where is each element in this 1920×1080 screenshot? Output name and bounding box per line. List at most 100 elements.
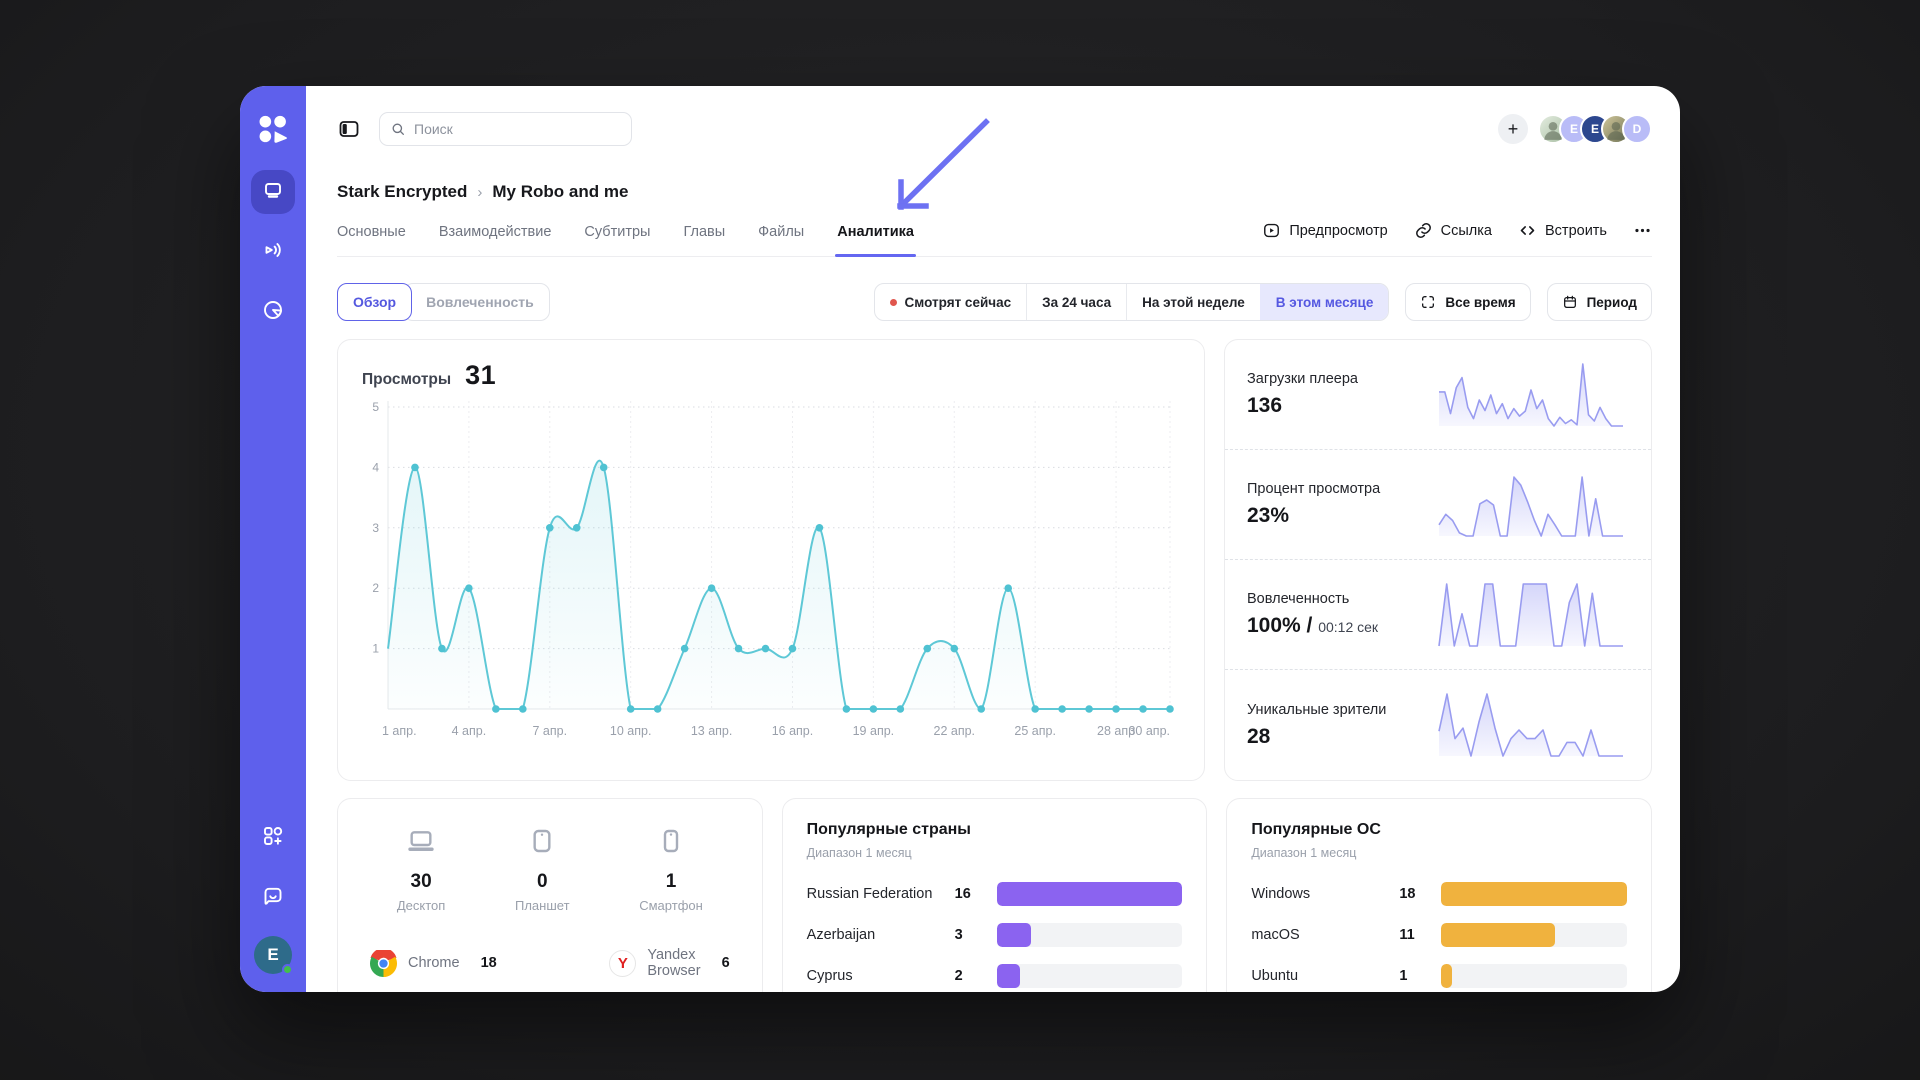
support-button[interactable] bbox=[253, 878, 293, 918]
laptop-icon bbox=[405, 825, 437, 862]
link-button[interactable]: Ссылка bbox=[1414, 221, 1492, 240]
bar-track bbox=[1441, 923, 1627, 947]
preview-button[interactable]: Предпросмотр bbox=[1262, 221, 1387, 240]
bar-track bbox=[1441, 964, 1627, 988]
sidebar-item-library[interactable] bbox=[251, 170, 295, 214]
bar-name: Windows bbox=[1251, 886, 1399, 902]
sidebar-bottom bbox=[253, 818, 293, 918]
views-card: Просмотры 31 123451 апр.4 апр.7 апр.10 а… bbox=[337, 339, 1205, 781]
user-avatar[interactable]: E bbox=[254, 936, 292, 974]
stats-panel: Загрузки плеера136Процент просмотра23%Во… bbox=[1224, 339, 1652, 781]
more-icon bbox=[1633, 221, 1652, 240]
device-desktop-label: Десктоп bbox=[397, 898, 445, 913]
sidebar-collapse-button[interactable] bbox=[337, 117, 361, 141]
device-tablet-value: 0 bbox=[537, 871, 548, 893]
stat-label-unique-viewers: Уникальные зрители bbox=[1247, 702, 1386, 718]
bar-name: Azerbaijan bbox=[807, 927, 955, 943]
tab-files[interactable]: Файлы bbox=[758, 224, 804, 256]
filter-week[interactable]: На этой неделе bbox=[1126, 284, 1260, 320]
filter-24h-label: За 24 часа bbox=[1042, 295, 1111, 310]
period-button[interactable]: Период bbox=[1547, 283, 1652, 321]
bar-name: Ubuntu bbox=[1251, 968, 1399, 984]
preview-icon bbox=[1262, 221, 1281, 240]
main-area: + EED Stark Encrypted › My Robo and me О… bbox=[306, 86, 1680, 992]
search-box bbox=[379, 112, 632, 146]
stat-value-watch-percent: 23% bbox=[1247, 504, 1380, 528]
bar-track bbox=[997, 882, 1183, 906]
stat-row-engagement: Вовлеченность100% / 00:12 сек bbox=[1225, 560, 1651, 670]
apps-icon bbox=[261, 824, 285, 853]
sidebar-item-live[interactable] bbox=[251, 230, 295, 274]
bar-fill bbox=[997, 882, 1183, 906]
embed-button[interactable]: Встроить bbox=[1518, 221, 1607, 240]
sparkline-engagement bbox=[1435, 576, 1627, 654]
sidebar: E bbox=[240, 86, 306, 992]
bar-fill bbox=[1441, 923, 1554, 947]
stat-row-player-loads: Загрузки плеера136 bbox=[1225, 340, 1651, 450]
avatar-group: EED bbox=[1538, 114, 1652, 144]
breadcrumb: Stark Encrypted › My Robo and me bbox=[337, 182, 1652, 202]
video-actions: Предпросмотр Ссылка Встроить bbox=[1262, 221, 1652, 240]
tab-subtitles[interactable]: Субтитры bbox=[584, 224, 650, 256]
library-icon bbox=[261, 178, 285, 207]
tab-chapters[interactable]: Главы bbox=[683, 224, 725, 256]
filter-month[interactable]: В этом месяце bbox=[1260, 284, 1389, 320]
countries-row: Cyprus2 bbox=[807, 964, 1183, 988]
stat-value-player-loads: 136 bbox=[1247, 394, 1358, 418]
svg-text:13 апр.: 13 апр. bbox=[691, 724, 733, 738]
os-row: macOS11 bbox=[1251, 923, 1627, 947]
svg-text:16 апр.: 16 апр. bbox=[772, 724, 814, 738]
svg-text:22 апр.: 22 апр. bbox=[934, 724, 976, 738]
os-title: Популярные ОС bbox=[1251, 821, 1627, 839]
search-input[interactable] bbox=[414, 121, 621, 137]
breadcrumb-current: My Robo and me bbox=[492, 182, 628, 202]
bar-value: 3 bbox=[955, 927, 997, 943]
svg-text:3: 3 bbox=[372, 521, 379, 535]
breadcrumb-parent[interactable]: Stark Encrypted bbox=[337, 182, 467, 202]
chat-icon bbox=[261, 884, 285, 913]
svg-text:10 апр.: 10 апр. bbox=[610, 724, 652, 738]
all-time-label: Все время bbox=[1445, 295, 1515, 310]
browser-chrome-value: 18 bbox=[481, 955, 497, 971]
add-member-button[interactable]: + bbox=[1498, 114, 1528, 144]
bar-value: 18 bbox=[1399, 886, 1441, 902]
range-filter: Смотрят сейчас За 24 часа На этой неделе В … bbox=[874, 283, 1390, 321]
all-time-button[interactable]: Все время bbox=[1405, 283, 1530, 321]
filter-watching-now[interactable]: Смотрят сейчас bbox=[875, 284, 1027, 320]
svg-text:30 апр.: 30 апр. bbox=[1128, 724, 1170, 738]
tab-main[interactable]: Основные bbox=[337, 224, 406, 256]
browser-yandex-label: YandexBrowser bbox=[647, 947, 700, 979]
svg-text:4 апр.: 4 апр. bbox=[452, 724, 487, 738]
more-button[interactable] bbox=[1633, 221, 1652, 240]
bar-name: Russian Federation bbox=[807, 886, 955, 902]
sparkline-watch-percent bbox=[1435, 466, 1627, 544]
device-smartphone-label: Смартфон bbox=[639, 898, 703, 913]
toggle-overview[interactable]: Обзор bbox=[337, 283, 412, 321]
svg-text:1 апр.: 1 апр. bbox=[382, 724, 417, 738]
apps-button[interactable] bbox=[253, 818, 293, 858]
tab-interaction[interactable]: Взаимодействие bbox=[439, 224, 552, 256]
filter-24h[interactable]: За 24 часа bbox=[1026, 284, 1126, 320]
browsers-row: Chrome18YYandexBrowser6 bbox=[362, 947, 738, 979]
user-avatar-initial: E bbox=[267, 945, 278, 965]
views-chart: 123451 апр.4 апр.7 апр.10 апр.13 апр.16 … bbox=[362, 391, 1178, 747]
os-card: Популярные ОСДиапазон 1 месяцWindows18ma… bbox=[1226, 798, 1652, 992]
device-desktop-value: 30 bbox=[411, 871, 432, 893]
preview-label: Предпросмотр bbox=[1289, 223, 1387, 239]
browser-yandex-value: 6 bbox=[722, 955, 730, 971]
device-tablet-label: Планшет bbox=[515, 898, 570, 913]
sidebar-nav bbox=[251, 170, 295, 334]
sidebar-item-analytics[interactable] bbox=[251, 290, 295, 334]
view-toggle: ОбзорВовлеченность bbox=[337, 283, 550, 321]
countries-list: Russian Federation16Azerbaijan3Cyprus2 bbox=[807, 882, 1183, 988]
filter-week-label: На этой неделе bbox=[1142, 295, 1245, 310]
svg-text:19 апр.: 19 апр. bbox=[853, 724, 895, 738]
tab-analytics[interactable]: Аналитика bbox=[837, 224, 914, 256]
device-smartphone-value: 1 bbox=[666, 871, 677, 893]
breadcrumb-separator: › bbox=[477, 184, 482, 201]
avatar-d-4[interactable]: D bbox=[1622, 114, 1652, 144]
toggle-engagement[interactable]: Вовлеченность bbox=[403, 283, 550, 321]
calendar-icon bbox=[1562, 294, 1578, 310]
bar-name: macOS bbox=[1251, 927, 1399, 943]
browser-chrome-label: Chrome bbox=[408, 955, 460, 971]
